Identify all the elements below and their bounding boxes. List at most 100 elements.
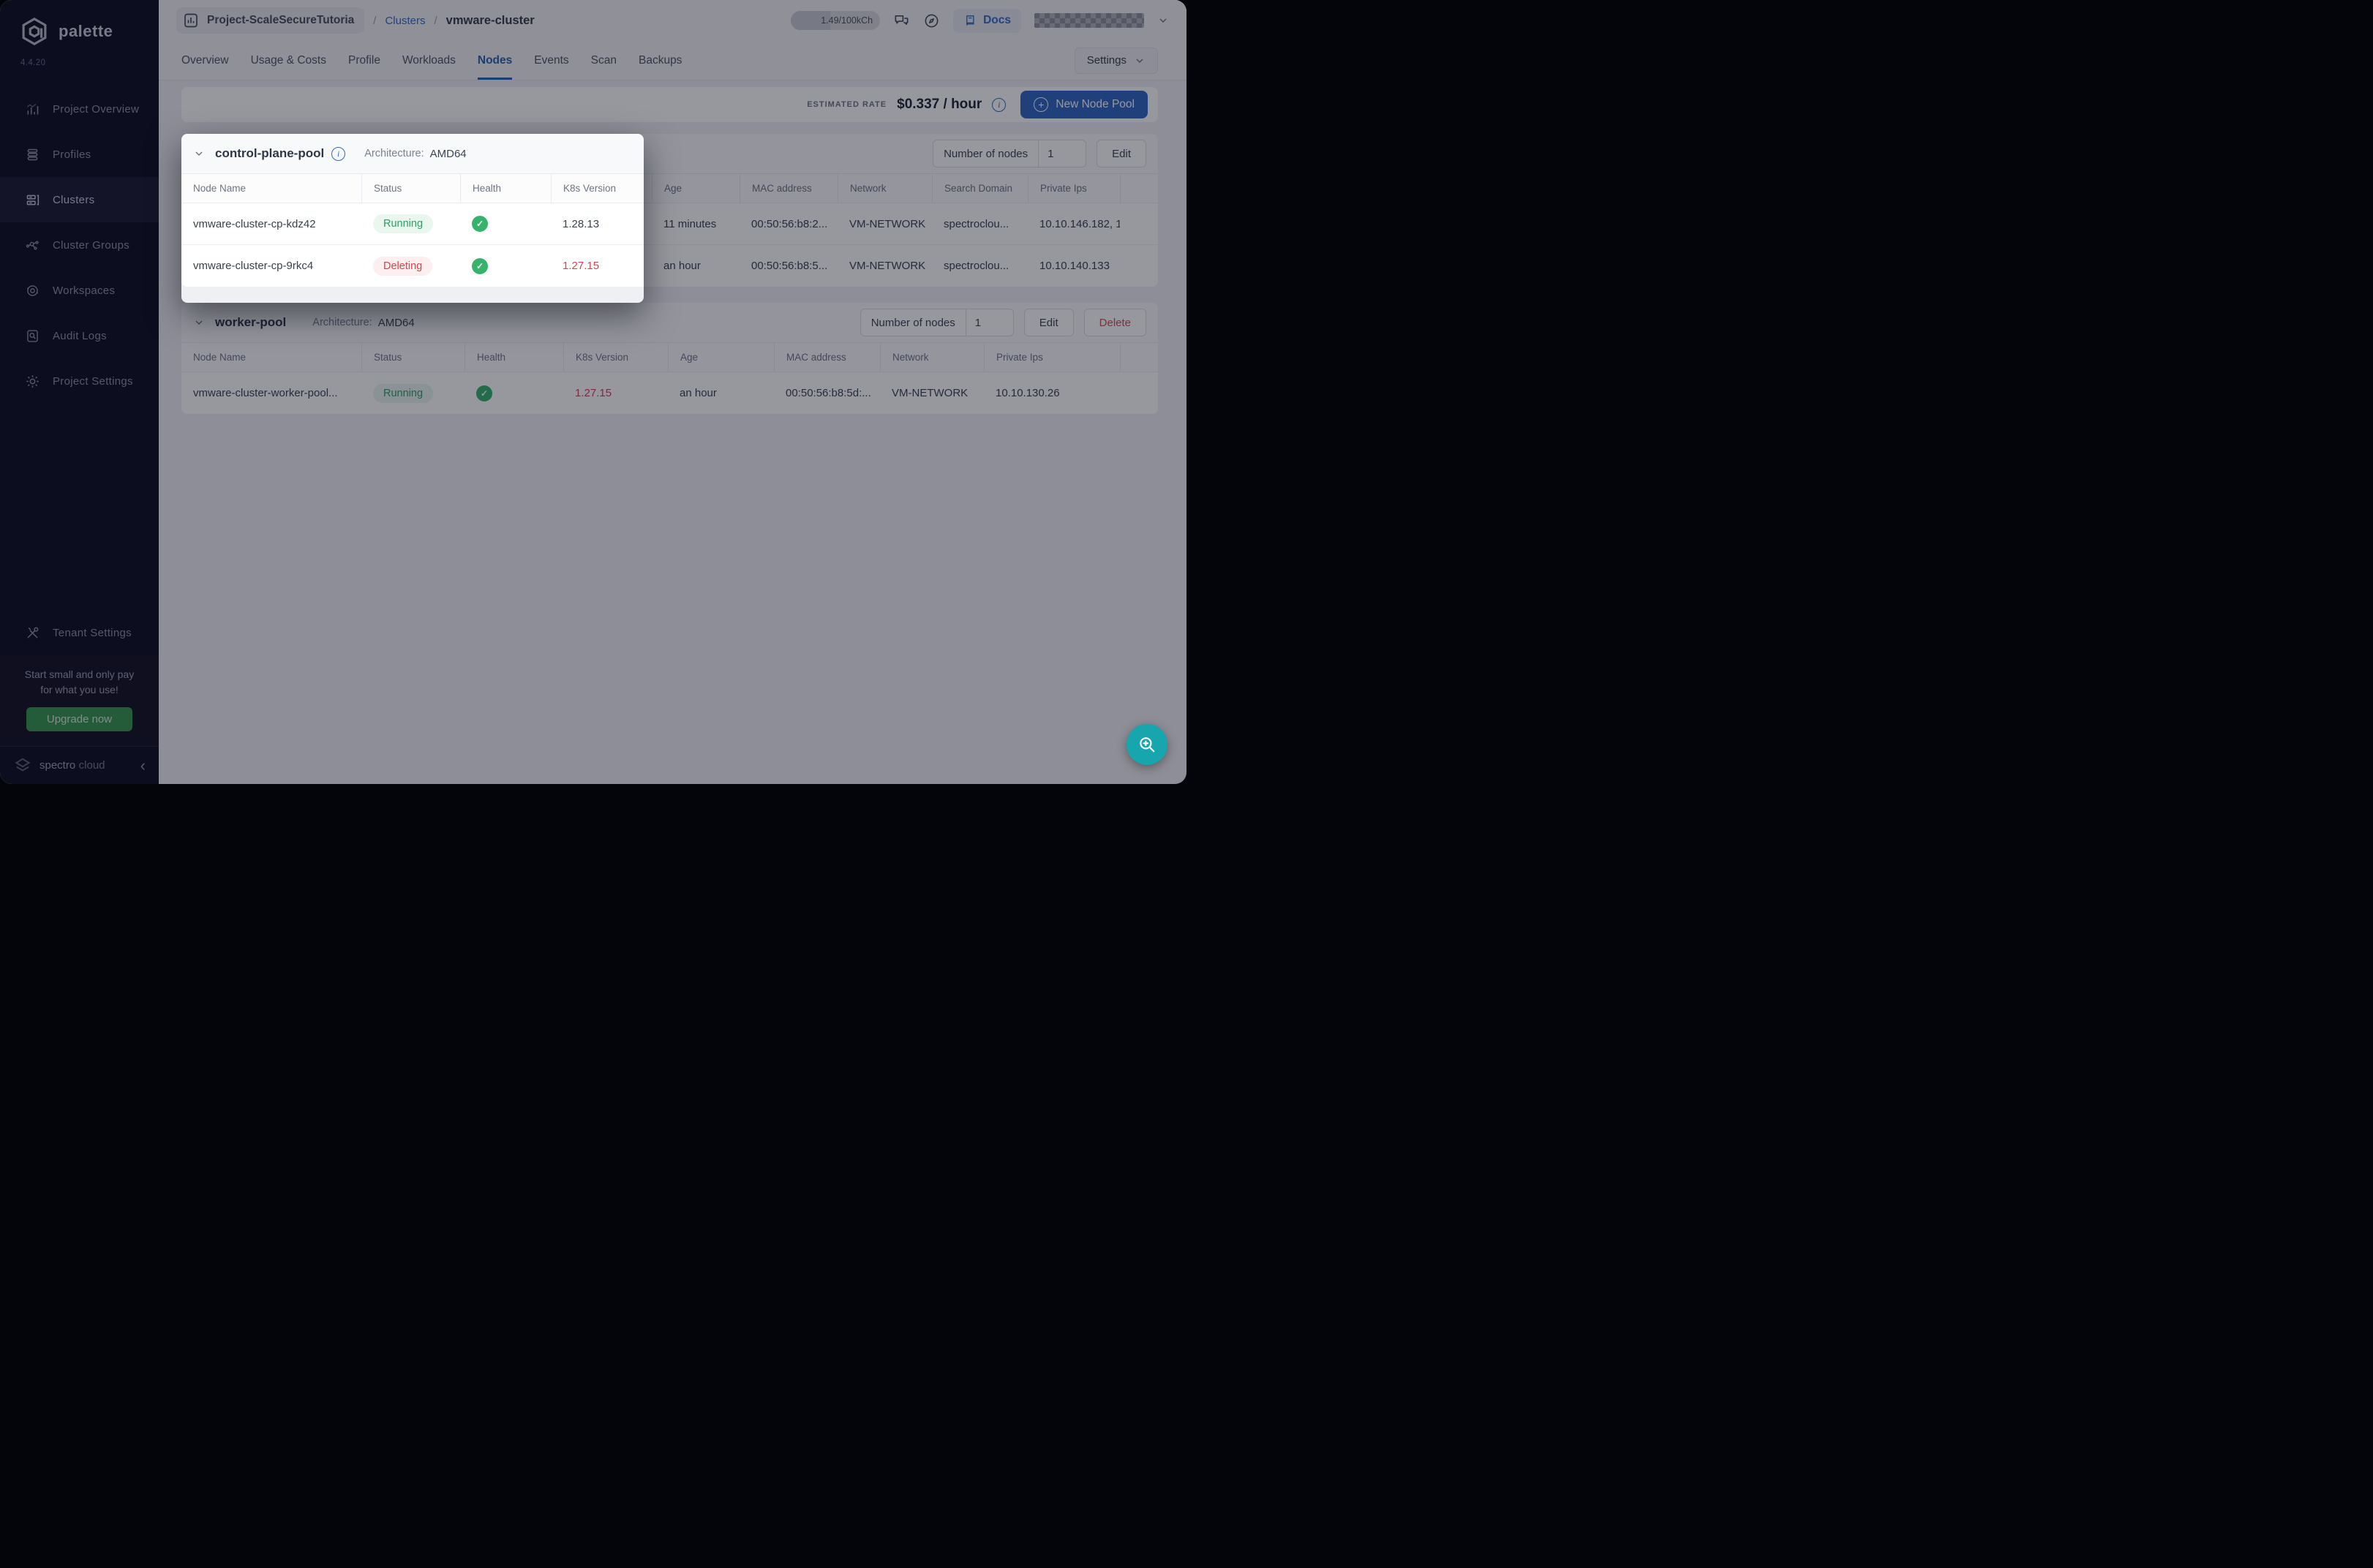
docs-button[interactable]: Docs: [953, 9, 1021, 33]
bar-chart-icon: [25, 102, 40, 117]
nodes-count-input[interactable]: 1: [1039, 140, 1086, 167]
column-header: Node Name: [181, 343, 361, 372]
chevron-down-icon[interactable]: [193, 317, 205, 328]
sidebar-collapse-button[interactable]: ‹: [140, 758, 146, 774]
brand-name-primary: spectro: [40, 759, 75, 772]
sidebar-footer: spectro cloud ‹: [0, 746, 159, 784]
chevron-down-icon[interactable]: [193, 148, 205, 159]
sidebar-nav: Project Overview Profiles Clusters: [0, 86, 159, 404]
search-domain: spectroclou...: [932, 260, 1028, 272]
architecture-label: Architecture:: [312, 317, 372, 328]
tab-profile[interactable]: Profile: [348, 41, 380, 80]
node-age: an hour: [668, 387, 774, 399]
breadcrumb-separator: /: [372, 15, 377, 27]
orbit-icon: [25, 283, 40, 298]
info-icon[interactable]: i: [992, 98, 1006, 112]
sidebar-item-workspaces[interactable]: Workspaces: [0, 268, 159, 313]
breadcrumb-project-chip[interactable]: Project-ScaleSecureTutoria: [176, 7, 364, 34]
tab-backups[interactable]: Backups: [639, 41, 682, 80]
worker-pool-header: worker-pool Architecture: AMD64 Number o…: [181, 303, 1158, 343]
top-bar: Project-ScaleSecureTutoria / Clusters / …: [159, 0, 1186, 41]
table-row: vmware-cluster-cp-kdz42 Running ✓ 1.28.1…: [181, 203, 1158, 245]
upgrade-now-button[interactable]: Upgrade now: [26, 707, 132, 731]
sidebar-item-clusters[interactable]: Clusters: [0, 177, 159, 222]
column-header: Health: [460, 174, 551, 203]
search-domain: spectroclou...: [932, 218, 1028, 230]
k8s-version: 1.27.15: [551, 260, 652, 272]
sidebar: palette 4.4.20 Project Overview Profiles: [0, 0, 159, 784]
brand-name-secondary: cloud: [79, 759, 105, 772]
breadcrumb-clusters-link[interactable]: Clusters: [385, 15, 425, 27]
user-name-redacted[interactable]: [1034, 13, 1144, 28]
usage-quota-text: 1.49/100kCh: [821, 15, 873, 26]
doc-search-icon: [25, 328, 40, 344]
info-icon[interactable]: i: [331, 147, 345, 161]
delete-pool-button[interactable]: Delete: [1084, 309, 1146, 336]
search-fab-button[interactable]: [1127, 724, 1167, 765]
layers-icon: [25, 147, 40, 162]
tab-scan[interactable]: Scan: [591, 41, 617, 80]
edit-pool-button[interactable]: Edit: [1097, 140, 1146, 167]
column-header: Network: [880, 343, 984, 372]
sidebar-item-audit-logs[interactable]: Audit Logs: [0, 313, 159, 358]
column-header: K8s Version: [551, 174, 652, 203]
breadcrumb-separator: /: [432, 15, 438, 27]
sidebar-item-profiles[interactable]: Profiles: [0, 132, 159, 177]
chevron-down-icon[interactable]: [1157, 15, 1169, 26]
docs-label: Docs: [983, 14, 1011, 27]
health-check-icon: ✓: [472, 258, 488, 274]
settings-button[interactable]: Settings: [1075, 48, 1158, 74]
sidebar-item-label: Audit Logs: [53, 330, 107, 342]
sidebar-item-cluster-groups[interactable]: Cluster Groups: [0, 222, 159, 268]
settings-label: Settings: [1087, 54, 1127, 67]
spectro-cloud-logo-icon: [13, 756, 32, 775]
network: VM-NETWORK: [838, 218, 932, 230]
sidebar-item-label: Cluster Groups: [53, 239, 129, 252]
status-badge: Deleting: [373, 257, 432, 276]
breadcrumb-cluster-name: vmware-cluster: [446, 14, 535, 28]
node-graph-icon: [25, 238, 40, 253]
sidebar-item-tenant-settings[interactable]: Tenant Settings: [0, 610, 159, 655]
tab-nodes[interactable]: Nodes: [478, 41, 512, 80]
architecture-label: Architecture:: [364, 148, 424, 159]
column-header-actions: [1120, 174, 1158, 203]
k8s-version: 1.28.13: [551, 218, 652, 230]
tab-workloads[interactable]: Workloads: [402, 41, 456, 80]
number-of-nodes-control: Number of nodes 1: [933, 140, 1086, 167]
node-table-header: Node Name Status Health K8s Version Age …: [181, 343, 1158, 372]
node-name: vmware-cluster-cp-kdz42: [181, 218, 361, 230]
column-header-actions: [1120, 343, 1158, 372]
column-header: Private Ips: [1028, 174, 1120, 203]
column-header: MAC address: [740, 174, 838, 203]
tab-overview[interactable]: Overview: [181, 41, 229, 80]
column-header: Network: [838, 174, 932, 203]
sidebar-item-label: Tenant Settings: [53, 627, 132, 639]
sidebar-item-project-overview[interactable]: Project Overview: [0, 86, 159, 132]
zoom-in-search-icon: [1137, 735, 1157, 754]
column-header: Health: [465, 343, 563, 372]
sidebar-item-project-settings[interactable]: Project Settings: [0, 358, 159, 404]
column-header: Age: [652, 174, 740, 203]
node-age: 11 minutes: [652, 218, 740, 230]
compass-icon[interactable]: [923, 12, 940, 29]
sidebar-item-label: Project Overview: [53, 103, 139, 116]
mac-address: 00:50:56:b8:5d:...: [774, 387, 880, 399]
network: VM-NETWORK: [880, 387, 984, 399]
main-area: Project-ScaleSecureTutoria / Clusters / …: [159, 0, 1186, 784]
tab-events[interactable]: Events: [534, 41, 568, 80]
nodes-count-input[interactable]: 1: [966, 309, 1013, 336]
sidebar-item-label: Workspaces: [53, 284, 115, 297]
pool-name: control-plane-pool: [215, 146, 324, 161]
status-badge: Running: [373, 384, 433, 403]
usage-quota-pill[interactable]: 1.49/100kCh: [791, 11, 880, 30]
chat-icon[interactable]: [893, 12, 910, 29]
book-icon: [963, 14, 977, 28]
tab-usage-costs[interactable]: Usage & Costs: [251, 41, 326, 80]
network: VM-NETWORK: [838, 260, 932, 272]
edit-pool-button[interactable]: Edit: [1024, 309, 1074, 336]
table-row: vmware-cluster-worker-pool... Running ✓ …: [181, 372, 1158, 414]
worker-pool-card: worker-pool Architecture: AMD64 Number o…: [181, 303, 1158, 414]
k8s-version: 1.27.15: [563, 387, 668, 399]
new-node-pool-button[interactable]: + New Node Pool: [1020, 91, 1148, 118]
node-name: vmware-cluster-cp-9rkc4: [181, 260, 361, 272]
